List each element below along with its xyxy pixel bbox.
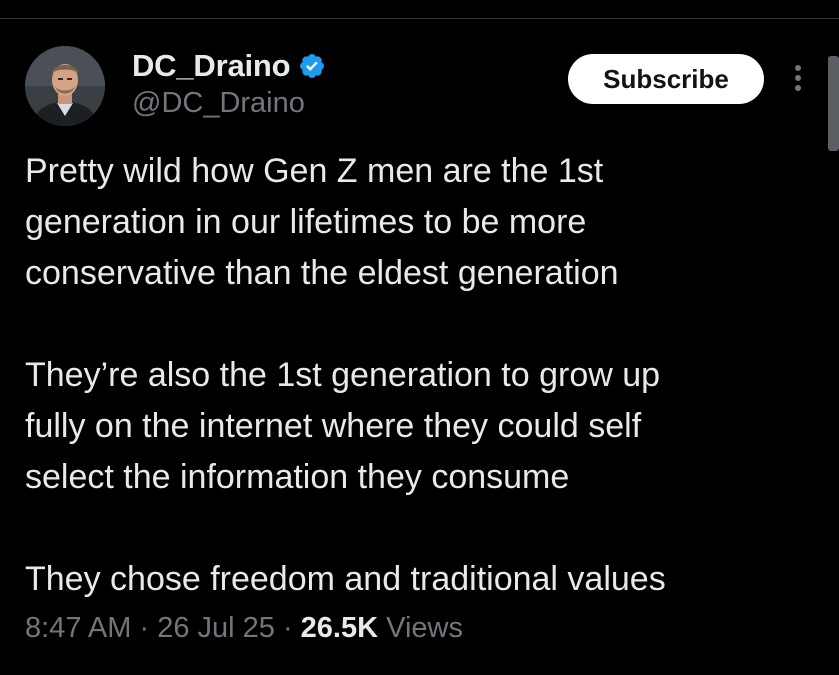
tweet-line: They chose freedom and traditional value… <box>25 560 666 598</box>
avatar-image <box>25 46 105 126</box>
meta-separator: · <box>131 612 158 644</box>
author-name-row[interactable]: DC_Draino <box>132 47 326 85</box>
top-divider <box>0 18 839 19</box>
tweet-meta: 8:47 AM · 26 Jul 25 · 26.5K Views <box>25 612 463 645</box>
avatar[interactable] <box>25 46 105 126</box>
scrollbar-thumb[interactable] <box>828 56 839 151</box>
tweet-line: select the information they consume <box>25 458 570 496</box>
tweet-line: generation in our lifetimes to be more <box>25 203 587 241</box>
views-count: 26.5K <box>300 612 379 644</box>
tweet-line: They’re also the 1st generation to grow … <box>25 356 661 394</box>
tweet-time[interactable]: 8:47 AM <box>25 612 131 644</box>
author-display-name[interactable]: DC_Draino <box>132 48 291 84</box>
tweet-text: Pretty wild how Gen Z men are the 1st ge… <box>25 146 815 605</box>
meta-separator: · <box>274 612 301 644</box>
tweet-line: Pretty wild how Gen Z men are the 1st <box>25 152 604 190</box>
tweet-screen: DC_Draino @DC_Draino Subscribe Pretty wi… <box>0 0 839 675</box>
verified-badge-icon <box>298 52 326 80</box>
tweet-date[interactable]: 26 Jul 25 <box>157 612 275 644</box>
author-handle[interactable]: @DC_Draino <box>132 87 305 120</box>
subscribe-button[interactable]: Subscribe <box>568 54 764 104</box>
views-label: Views <box>386 612 463 644</box>
more-vertical-icon[interactable] <box>788 62 808 96</box>
tweet-line: fully on the internet where they could s… <box>25 407 642 445</box>
tweet-line: conservative than the eldest generation <box>25 254 619 292</box>
